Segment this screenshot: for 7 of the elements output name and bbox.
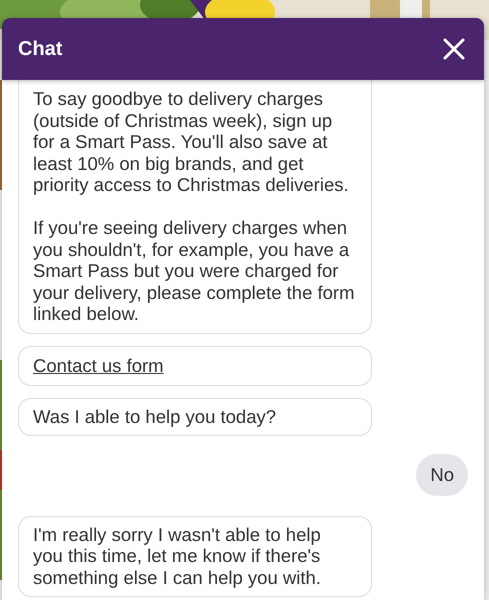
bot-message: To say goodbye to delivery charges (outside of Christmas week), sign up for a Smart Pass. You'll also save at least 10% on big brands, and get priority access to Christmas deliveries. If you're seeing delivery charges when you shouldn't, for example, you have a Smart Pass but you were charged for your delivery, please complete the form linked below.	[18, 80, 372, 334]
bot-message: I'm really sorry I wasn't able to help you this time, let me know if there's something else I can help you with.	[18, 516, 372, 597]
close-icon	[442, 37, 466, 61]
bot-message: Was I able to help you today?	[18, 398, 372, 436]
user-message: No	[416, 454, 468, 496]
contact-form-link[interactable]: Contact us form	[33, 354, 164, 376]
chat-title: Chat	[18, 38, 62, 60]
